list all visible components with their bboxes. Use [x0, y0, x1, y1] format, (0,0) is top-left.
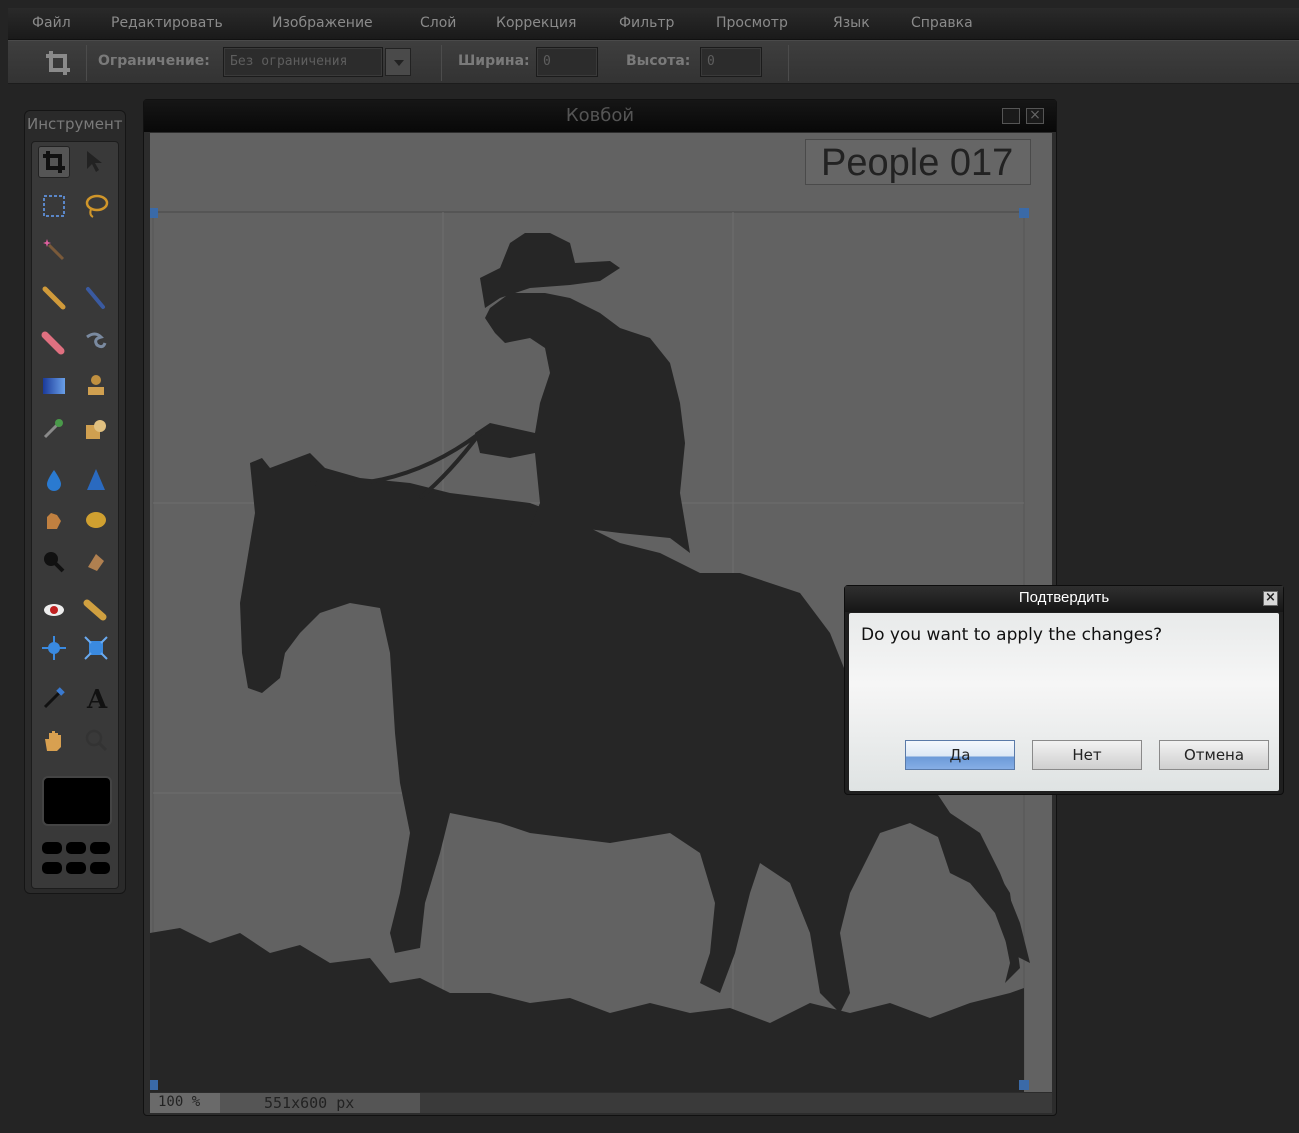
pencil-tool-icon[interactable]: [38, 282, 70, 314]
no-button[interactable]: Нет: [1032, 740, 1142, 770]
gradient-tool-icon[interactable]: [38, 370, 70, 402]
options-bar: Ограничение: Без ограничения Ширина: 0 В…: [8, 40, 1299, 84]
mini-swatch[interactable]: [90, 842, 110, 854]
tools-panel-title: Инструмент: [27, 115, 123, 133]
height-label: Высота:: [626, 53, 691, 69]
dialog-message: Do you want to apply the changes?: [861, 625, 1163, 645]
maximize-icon[interactable]: [1002, 108, 1020, 124]
hand-tool-icon[interactable]: [38, 724, 70, 756]
zoom-tool-icon[interactable]: [80, 724, 112, 756]
sponge-tool-icon[interactable]: [80, 504, 112, 536]
yes-button[interactable]: Да: [905, 740, 1015, 770]
blur-tool-icon[interactable]: [38, 464, 70, 496]
sharpen-tool-icon[interactable]: [80, 464, 112, 496]
lasso-tool-icon[interactable]: [80, 190, 112, 222]
spot-heal-icon[interactable]: [80, 592, 112, 624]
pinch-tool-icon[interactable]: [80, 632, 112, 664]
eraser-tool-icon[interactable]: [38, 326, 70, 358]
dialog-title: Подтвердить: [845, 586, 1283, 612]
width-label: Ширина:: [458, 53, 530, 69]
mini-swatch[interactable]: [66, 862, 86, 874]
document-title: Ковбой: [144, 100, 1056, 132]
constraint-label: Ограничение:: [98, 53, 210, 69]
move-tool-icon[interactable]: [80, 146, 112, 178]
mini-swatch[interactable]: [90, 862, 110, 874]
chevron-down-icon[interactable]: [385, 48, 411, 76]
menu-file[interactable]: Файл: [32, 15, 71, 31]
constraint-select[interactable]: Без ограничения: [223, 47, 383, 77]
crop-handle[interactable]: [150, 1080, 158, 1090]
tools-panel: Инструмент A: [24, 110, 126, 894]
menu-language[interactable]: Язык: [833, 15, 870, 31]
dialog-body: Do you want to apply the changes? Да Нет…: [849, 613, 1279, 791]
menu-filter[interactable]: Фильтр: [619, 15, 674, 31]
status-bar: 100 % 551x600 px: [150, 1093, 1052, 1113]
menu-view[interactable]: Просмотр: [716, 15, 788, 31]
height-input[interactable]: 0: [700, 47, 762, 77]
smudge-tool-icon[interactable]: [80, 326, 112, 358]
drawing-tool-icon[interactable]: [80, 414, 112, 446]
foreground-color-swatch[interactable]: [42, 776, 112, 826]
replace-color-icon[interactable]: [38, 414, 70, 446]
menu-help[interactable]: Справка: [911, 15, 973, 31]
tools-grid: A: [31, 141, 119, 889]
width-input[interactable]: 0: [536, 47, 598, 77]
confirm-dialog: Подтвердить × Do you want to apply the c…: [844, 585, 1284, 795]
crop-tool-icon[interactable]: [38, 146, 70, 178]
crop-handle[interactable]: [1019, 1080, 1029, 1090]
svg-text:A: A: [86, 685, 108, 711]
bloat-tool-icon[interactable]: [38, 632, 70, 664]
burn-tool-icon[interactable]: [80, 546, 112, 578]
crop-handle[interactable]: [150, 208, 158, 218]
close-icon[interactable]: ×: [1263, 591, 1278, 606]
smudge-hand-icon[interactable]: [38, 504, 70, 536]
cancel-button[interactable]: Отмена: [1159, 740, 1269, 770]
menu-bar: Файл Редактировать Изображение Слой Корр…: [8, 8, 1299, 40]
marquee-tool-icon[interactable]: [38, 190, 70, 222]
type-tool-icon[interactable]: A: [80, 682, 112, 714]
magic-wand-icon[interactable]: [38, 234, 70, 266]
brush-tool-icon[interactable]: [80, 282, 112, 314]
close-icon[interactable]: ×: [1026, 108, 1044, 124]
menu-image[interactable]: Изображение: [272, 15, 373, 31]
image-dimensions: 551x600 px: [220, 1093, 420, 1113]
red-eye-tool-icon[interactable]: [38, 592, 70, 624]
color-picker-icon[interactable]: [38, 682, 70, 714]
stamp-tool-icon[interactable]: [80, 370, 112, 402]
mini-swatch[interactable]: [66, 842, 86, 854]
zoom-level[interactable]: 100 %: [150, 1093, 220, 1113]
dodge-tool-icon[interactable]: [38, 546, 70, 578]
menu-adjustments[interactable]: Коррекция: [496, 15, 576, 31]
crop-handle[interactable]: [1019, 208, 1029, 218]
crop-tool-icon: [44, 49, 72, 77]
menu-edit[interactable]: Редактировать: [111, 15, 223, 31]
mini-swatch[interactable]: [42, 862, 62, 874]
mini-swatch[interactable]: [42, 842, 62, 854]
menu-layer[interactable]: Слой: [420, 15, 456, 31]
image-caption: People 017: [805, 139, 1031, 185]
